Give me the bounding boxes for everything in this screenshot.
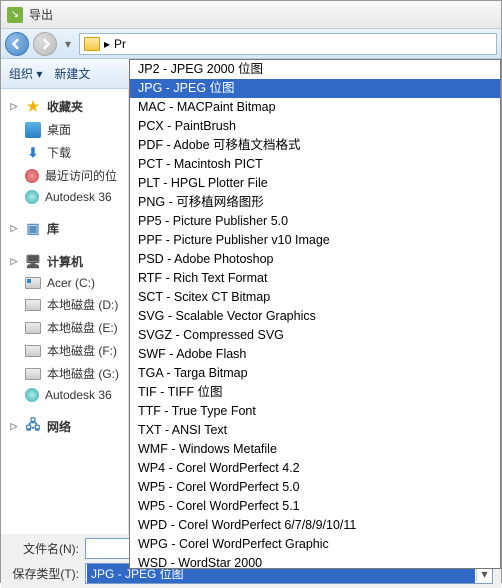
new-folder-button[interactable]: 新建文 [54, 65, 90, 82]
sidebar-computer-header[interactable]: ▷ 🖥 计算机 [1, 250, 128, 273]
sidebar-libraries-header[interactable]: ▷ ▣ 库 [1, 217, 128, 240]
filetype-option[interactable]: WMF - Windows Metafile [130, 440, 500, 459]
filetype-option[interactable]: WSD - WordStar 2000 [130, 554, 500, 569]
sidebar-item-autodesk2[interactable]: Autodesk 36 [1, 385, 128, 405]
drive-icon [25, 277, 41, 289]
content-area: JP2 - JPEG 2000 位图JPG - JPEG 位图MAC - MAC… [129, 89, 501, 534]
recent-icon [25, 169, 39, 183]
computer-icon: 🖥 [25, 254, 41, 270]
expand-icon: ▷ [9, 224, 19, 234]
filetype-option[interactable]: TGA - Targa Bitmap [130, 364, 500, 383]
filetype-option[interactable]: WPD - Corel WordPerfect 6/7/8/9/10/11 [130, 516, 500, 535]
filetype-option[interactable]: WP5 - Corel WordPerfect 5.0 [130, 478, 500, 497]
sidebar-favorites-header[interactable]: ▷ ★ 收藏夹 [1, 95, 128, 118]
sidebar-item-desktop[interactable]: 桌面 [1, 118, 128, 141]
download-icon: ⬇ [25, 145, 41, 161]
desktop-icon [25, 122, 41, 138]
sidebar: ▷ ★ 收藏夹 桌面 ⬇ 下载 最近访问的位 Autodesk 36 [1, 89, 129, 534]
filetype-option[interactable]: SVGZ - Compressed SVG [130, 326, 500, 345]
app-icon: ↘ [7, 7, 23, 23]
filetype-option[interactable]: PNG - 可移植网络图形 [130, 193, 500, 212]
filename-label: 文件名(N): [9, 540, 79, 557]
history-dropdown-icon[interactable]: ▾ [61, 37, 75, 51]
filetype-option[interactable]: PSD - Adobe Photoshop [130, 250, 500, 269]
drive-icon [25, 368, 41, 380]
organize-button[interactable]: 组织 ▾ [9, 65, 42, 82]
sidebar-item-drive-g[interactable]: 本地磁盘 (G:) [1, 362, 128, 385]
window-title: 导出 [29, 6, 53, 23]
filetype-option[interactable]: WP5 - Corel WordPerfect 5.1 [130, 497, 500, 516]
expand-icon: ▷ [9, 102, 19, 112]
filetype-option[interactable]: PCX - PaintBrush [130, 117, 500, 136]
drive-icon [25, 345, 41, 357]
star-icon: ★ [25, 99, 41, 115]
sidebar-item-downloads[interactable]: ⬇ 下载 [1, 141, 128, 164]
autodesk-icon [25, 190, 39, 204]
autodesk-icon [25, 388, 39, 402]
libraries-icon: ▣ [25, 221, 41, 237]
forward-button[interactable] [33, 32, 57, 56]
filetype-option[interactable]: WP4 - Corel WordPerfect 4.2 [130, 459, 500, 478]
filetype-option[interactable]: PDF - Adobe 可移植文档格式 [130, 136, 500, 155]
sidebar-item-drive-f[interactable]: 本地磁盘 (F:) [1, 339, 128, 362]
filetype-option[interactable]: TIF - TIFF 位图 [130, 383, 500, 402]
drive-icon [25, 299, 41, 311]
filetype-option[interactable]: SCT - Scitex CT Bitmap [130, 288, 500, 307]
filetype-option[interactable]: JPG - JPEG 位图 [130, 79, 500, 98]
title-bar: ↘ 导出 [1, 1, 501, 29]
breadcrumb-text: Pr [114, 37, 126, 51]
sidebar-network-header[interactable]: ▷ 🖧 网络 [1, 415, 128, 438]
sidebar-item-drive-d[interactable]: 本地磁盘 (D:) [1, 293, 128, 316]
filetype-option[interactable]: PCT - Macintosh PICT [130, 155, 500, 174]
sidebar-item-drive-e[interactable]: 本地磁盘 (E:) [1, 316, 128, 339]
sidebar-item-drive-c[interactable]: Acer (C:) [1, 273, 128, 293]
expand-icon: ▷ [9, 422, 19, 432]
address-bar[interactable]: ▸ Pr [79, 33, 497, 55]
folder-icon [84, 37, 100, 51]
filetype-dropdown-list[interactable]: JP2 - JPEG 2000 位图JPG - JPEG 位图MAC - MAC… [129, 59, 501, 569]
filetype-option[interactable]: MAC - MACPaint Bitmap [130, 98, 500, 117]
back-button[interactable] [5, 32, 29, 56]
sidebar-item-recent[interactable]: 最近访问的位 [1, 164, 128, 187]
filetype-label: 保存类型(T): [9, 565, 79, 582]
filetype-option[interactable]: PLT - HPGL Plotter File [130, 174, 500, 193]
filetype-option[interactable]: SWF - Adobe Flash [130, 345, 500, 364]
sidebar-item-autodesk[interactable]: Autodesk 36 [1, 187, 128, 207]
filetype-option[interactable]: RTF - Rich Text Format [130, 269, 500, 288]
sidebar-label: 收藏夹 [47, 98, 83, 115]
drive-icon [25, 322, 41, 334]
breadcrumb-sep: ▸ [104, 37, 110, 51]
expand-icon: ▷ [9, 257, 19, 267]
filetype-option[interactable]: WPG - Corel WordPerfect Graphic [130, 535, 500, 554]
filetype-option[interactable]: SVG - Scalable Vector Graphics [130, 307, 500, 326]
network-icon: 🖧 [25, 419, 41, 435]
filetype-option[interactable]: TXT - ANSI Text [130, 421, 500, 440]
nav-bar: ▾ ▸ Pr [1, 29, 501, 59]
filetype-option[interactable]: PP5 - Picture Publisher 5.0 [130, 212, 500, 231]
filetype-option[interactable]: JP2 - JPEG 2000 位图 [130, 60, 500, 79]
filetype-option[interactable]: PPF - Picture Publisher v10 Image [130, 231, 500, 250]
filetype-option[interactable]: TTF - True Type Font [130, 402, 500, 421]
